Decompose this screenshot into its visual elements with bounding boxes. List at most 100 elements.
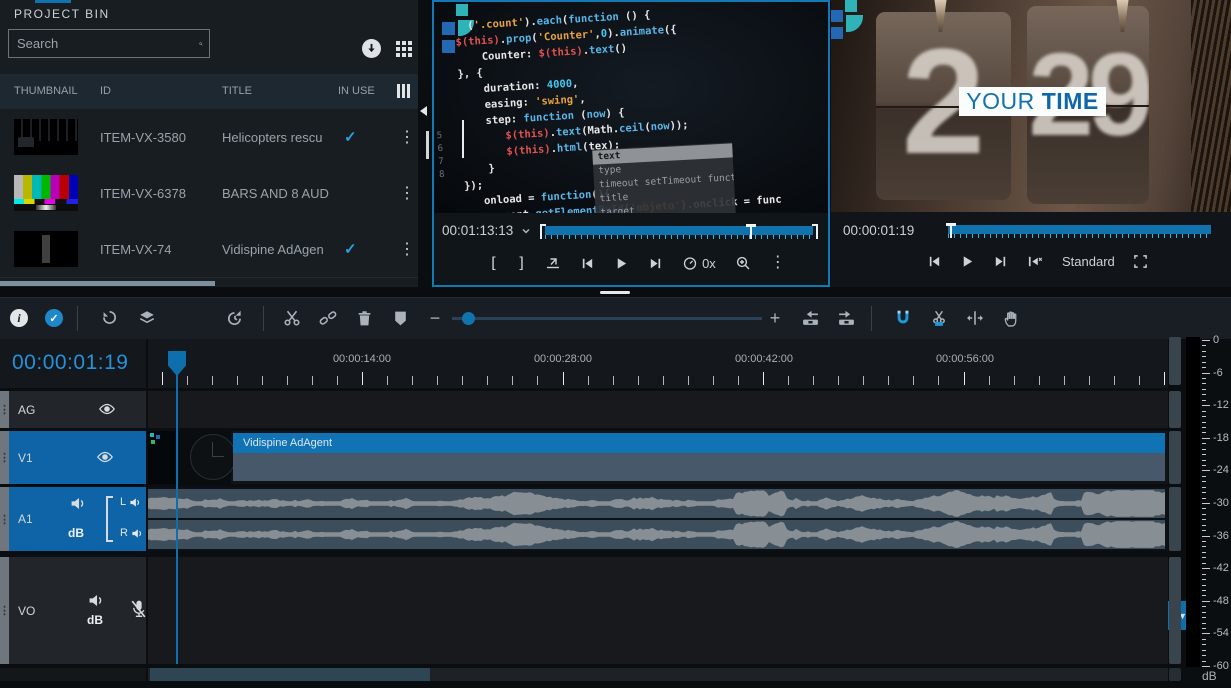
chevron-down-icon[interactable]	[521, 226, 531, 236]
play-button[interactable]	[614, 256, 629, 271]
history-icon[interactable]	[224, 307, 246, 329]
timeline-zoom-slider[interactable]	[452, 317, 762, 320]
track-mute-speaker-icon[interactable]	[88, 593, 105, 608]
track-content-a1[interactable]	[148, 487, 1168, 551]
program-timecode[interactable]: 00:00:01:19	[843, 223, 914, 238]
play-button[interactable]	[960, 254, 975, 269]
track-header-ag[interactable]: ⋮ AG	[0, 391, 146, 428]
track-scroll-segment[interactable]	[1169, 337, 1181, 385]
player-menu-icon[interactable]: ⋮	[770, 255, 786, 271]
track-scroll-segment[interactable]	[1169, 487, 1181, 551]
next-frame-button[interactable]	[648, 256, 663, 271]
search-input[interactable]	[9, 36, 199, 51]
microphone-off-icon[interactable]	[129, 599, 148, 620]
col-id[interactable]: ID	[100, 85, 111, 97]
delete-icon[interactable]	[353, 307, 375, 329]
next-frame-button[interactable]	[993, 254, 1008, 269]
timeline-ruler[interactable]: 00:00:14:00 00:00:28:00 00:00:42:00 00:0…	[148, 339, 1168, 388]
source-scrub-bar[interactable]	[540, 226, 818, 242]
layers-icon[interactable]	[136, 307, 158, 329]
bin-vertical-scrollbar[interactable]	[426, 131, 429, 159]
track-visibility-eye-icon[interactable]	[96, 450, 114, 464]
goto-mark-in-button[interactable]	[545, 255, 561, 271]
snap-magnet-icon[interactable]	[892, 307, 914, 329]
timeline-current-timecode: 00:00:01:19	[12, 351, 128, 375]
scrub-playhead[interactable]	[746, 224, 756, 240]
bin-horizontal-scrollbar[interactable]	[0, 281, 215, 286]
track-scroll-segment[interactable]	[1169, 391, 1181, 428]
program-scrub-bar[interactable]	[945, 225, 1211, 241]
hand-tool-icon[interactable]	[1000, 307, 1022, 329]
cut-icon[interactable]	[281, 307, 303, 329]
gain-db-label[interactable]: dB	[87, 613, 103, 627]
track-content-vo[interactable]	[148, 557, 1168, 664]
item-id: ITEM-VX-6378	[100, 186, 186, 201]
row-menu-icon[interactable]: ⋮	[399, 239, 415, 259]
info-button[interactable]: i	[8, 307, 30, 329]
track-header-v1[interactable]: ⋮ V1	[0, 431, 146, 484]
speaker-icon[interactable]	[129, 497, 142, 508]
collapse-panel-icon[interactable]	[420, 106, 427, 116]
timeline-horizontal-scrollbar[interactable]	[148, 668, 1168, 681]
track-content-ag[interactable]	[148, 391, 1168, 428]
track-scroll-segment[interactable]	[1169, 557, 1181, 664]
track-drag-handle[interactable]: ⋮	[0, 391, 9, 428]
columns-settings-icon[interactable]	[397, 84, 400, 98]
zoom-in-icon[interactable]	[735, 255, 751, 271]
col-in-use[interactable]: IN USE	[338, 85, 375, 97]
track-scroll-segment[interactable]	[1169, 668, 1181, 681]
undo-icon[interactable]	[98, 307, 120, 329]
quality-selector[interactable]: Standard	[1062, 254, 1115, 269]
bin-row[interactable]: ITEM-VX-6378 BARS AND 8 AUD ✓ ⋮	[0, 165, 418, 222]
download-icon[interactable]	[362, 39, 381, 58]
ripple-left-icon[interactable]	[799, 307, 821, 329]
track-visibility-eye-icon[interactable]	[98, 402, 116, 416]
program-video-frame[interactable]: 2 29 YOUR TIME	[831, 0, 1231, 212]
track-drag-handle[interactable]: ⋮	[0, 487, 9, 551]
previous-frame-button[interactable]	[580, 256, 595, 271]
track-header-vo[interactable]: ⋮ VO dB	[0, 557, 146, 664]
fullscreen-icon[interactable]	[1133, 254, 1148, 269]
row-menu-icon[interactable]: ⋮	[399, 127, 415, 147]
previous-frame-button[interactable]	[927, 254, 942, 269]
row-menu-icon[interactable]: ⋮	[399, 183, 415, 203]
scrub-playhead[interactable]	[946, 223, 956, 239]
track-name: AG	[18, 403, 35, 417]
source-timecode[interactable]: 00:01:13:13	[442, 223, 513, 238]
col-title[interactable]: TITLE	[222, 85, 252, 97]
zoom-in-button[interactable]: +	[764, 307, 786, 329]
grid-view-icon[interactable]	[396, 41, 412, 57]
bin-table-header: THUMBNAIL ID TITLE IN USE	[0, 74, 418, 109]
unlink-icon[interactable]	[317, 307, 339, 329]
track-drag-handle[interactable]: ⋮	[0, 557, 9, 664]
splitter-handle[interactable]	[600, 291, 630, 294]
search-icon[interactable]	[199, 35, 203, 53]
mark-out-button[interactable]: ]	[517, 255, 526, 271]
track-mute-speaker-icon[interactable]	[70, 496, 87, 511]
track-scroll-segment[interactable]	[1169, 431, 1181, 484]
timeline-clip[interactable]: Vidispine AdAgent	[233, 433, 1165, 453]
track-header-a1[interactable]: ⋮ A1 dB L R	[0, 487, 146, 551]
ripple-right-icon[interactable]	[835, 307, 857, 329]
track-content-v1[interactable]: Vidispine AdAgent	[148, 431, 1168, 484]
playback-speed-button[interactable]: 0x	[682, 255, 716, 271]
gain-db-label[interactable]: dB	[68, 526, 84, 540]
razor-tool-icon[interactable]	[928, 307, 950, 329]
speaker-icon[interactable]	[131, 528, 144, 539]
channel-right: R	[120, 527, 144, 539]
mark-in-button[interactable]: [	[489, 255, 498, 271]
marker-icon[interactable]	[389, 307, 411, 329]
trim-tool-icon[interactable]	[964, 307, 986, 329]
zoom-out-button[interactable]: −	[424, 307, 446, 329]
source-video-frame[interactable]: 5 6 7 8 ('.count').each(function () {$(t…	[434, 2, 828, 213]
horizontal-splitter[interactable]	[0, 287, 1231, 297]
zoom-slider-knob[interactable]	[462, 312, 475, 325]
bin-row[interactable]: ITEM-VX-3580 Helicopters rescu ✓ ⋮	[0, 109, 418, 166]
bin-row[interactable]: ITEM-VX-74 Vidispine AdAgen ✓ ⋮	[0, 221, 418, 278]
scrollbar-thumb[interactable]	[150, 668, 430, 681]
col-thumbnail[interactable]: THUMBNAIL	[14, 85, 78, 97]
track-drag-handle[interactable]: ⋮	[0, 431, 9, 484]
item-thumbnail	[14, 119, 78, 155]
approve-button[interactable]: ✓	[43, 307, 65, 329]
goto-start-button[interactable]	[1026, 254, 1044, 269]
